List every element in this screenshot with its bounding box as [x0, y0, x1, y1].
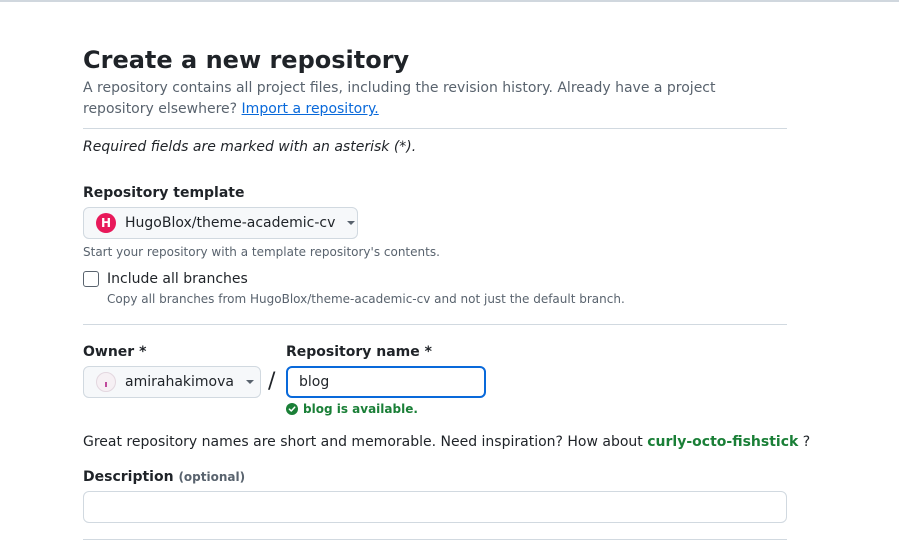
- divider: [83, 128, 787, 129]
- owner-label: Owner *: [83, 344, 147, 360]
- owner-select-value: amirahakimova: [125, 374, 234, 390]
- availability-text: blog is available.: [303, 402, 418, 416]
- description-optional-text: (optional): [178, 470, 246, 484]
- divider: [83, 324, 787, 325]
- subtitle-text: A repository contains all project files,…: [83, 80, 716, 117]
- hugoblox-logo-icon: H: [96, 213, 116, 233]
- page-title: Create a new repository: [83, 46, 410, 74]
- top-border: [0, 0, 899, 2]
- template-select-value: HugoBlox/theme-academic-cv: [125, 215, 336, 231]
- caret-down-icon: [245, 380, 254, 384]
- description-input[interactable]: [83, 491, 787, 523]
- suggestion-end: ?: [802, 434, 811, 450]
- template-logo-letter: H: [100, 216, 112, 230]
- page-subtitle: A repository contains all project files,…: [83, 78, 783, 120]
- name-suggestion: Great repository names are short and mem…: [83, 432, 810, 453]
- repo-name-label: Repository name *: [286, 344, 432, 360]
- divider: [83, 539, 787, 540]
- suggested-name-link[interactable]: curly-octo-fishstick: [647, 434, 798, 450]
- suggestion-text: Great repository names are short and mem…: [83, 434, 643, 450]
- caret-down-icon: [347, 221, 356, 225]
- template-select-button[interactable]: H HugoBlox/theme-academic-cv: [83, 207, 358, 239]
- check-circle-fill-icon: [286, 403, 298, 415]
- required-fields-note: Required fields are marked with an aster…: [83, 139, 417, 155]
- template-label: Repository template: [83, 185, 245, 201]
- repo-name-input[interactable]: [286, 366, 486, 398]
- owner-repo-separator: /: [268, 369, 276, 394]
- include-all-branches-hint: Copy all branches from HugoBlox/theme-ac…: [107, 292, 625, 306]
- description-label: Description (optional): [83, 467, 245, 487]
- availability-status: blog is available.: [286, 402, 418, 416]
- include-all-branches-label[interactable]: Include all branches: [107, 269, 248, 289]
- include-all-branches-checkbox[interactable]: [83, 271, 99, 287]
- avatar-icon: [96, 372, 116, 392]
- import-repository-link[interactable]: Import a repository.: [242, 101, 379, 117]
- template-hint: Start your repository with a template re…: [83, 245, 440, 259]
- owner-select-button[interactable]: amirahakimova: [83, 366, 261, 398]
- description-label-text: Description: [83, 469, 174, 485]
